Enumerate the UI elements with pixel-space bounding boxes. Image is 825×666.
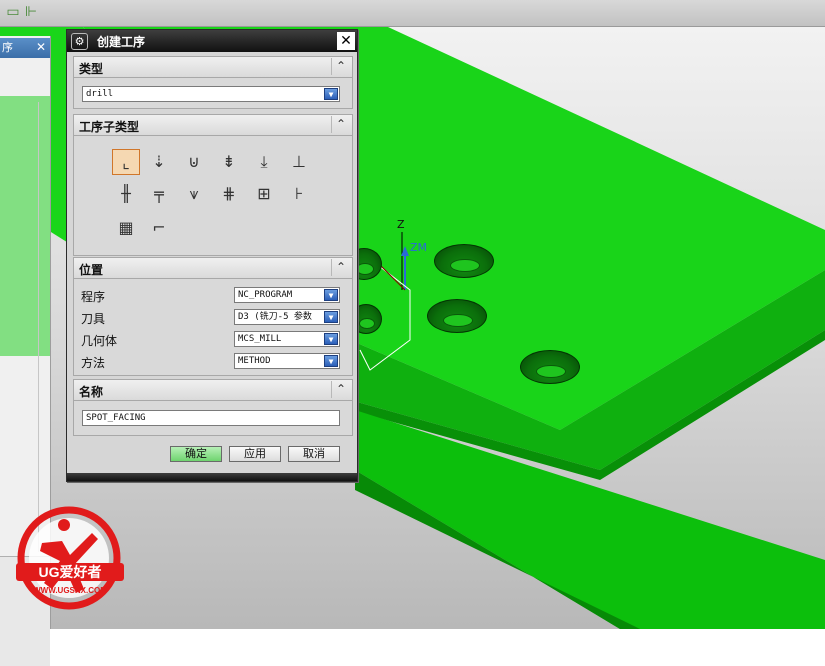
method-label: 方法: [81, 356, 106, 370]
method-select-value: METHOD: [238, 356, 271, 366]
mill-user-icon[interactable]: ⌐: [145, 215, 173, 241]
drilling-icon[interactable]: ⊍: [180, 149, 208, 175]
thread-milling-icon[interactable]: ⊦: [285, 181, 313, 207]
breakchip-drilling-icon[interactable]: ⤓: [250, 149, 278, 175]
close-icon[interactable]: ✕: [34, 40, 48, 54]
drill-hole[interactable]: [520, 350, 580, 384]
subtype-section: 工序子类型 ⌃ ⌞ ⇣ ⊍ ⇟ ⤓ ⊥ ╫ ╤ ⩛ ⋕ ⊞ ⊦ ▦ ⌐: [73, 114, 353, 256]
toolbar-icon[interactable]: ▭: [4, 3, 22, 21]
name-section-header[interactable]: 名称 ⌃: [74, 380, 352, 401]
chevron-down-icon[interactable]: ▼: [324, 333, 338, 345]
location-section-header[interactable]: 位置 ⌃: [74, 258, 352, 279]
toolbar-icon[interactable]: ⊩: [22, 3, 40, 21]
program-select-value: NC_PROGRAM: [238, 290, 293, 300]
close-button[interactable]: ✕: [337, 32, 355, 50]
countersinking-icon[interactable]: ⩛: [180, 181, 208, 207]
top-toolbar: ▭ ⊩: [0, 0, 825, 27]
navigator-tab[interactable]: 序 ✕: [0, 38, 50, 58]
navigator-scrollbar[interactable]: [38, 102, 49, 552]
navigator-tab-label: 序: [2, 41, 13, 54]
subtype-section-label: 工序子类型: [79, 120, 140, 134]
geometry-select[interactable]: MCS_MILL ▼: [234, 331, 340, 347]
chevron-up-icon[interactable]: ⌃: [331, 116, 350, 133]
create-operation-dialog: ⚙ 创建工序 ✕ 类型 ⌃ drill ▼ 工序子类型 ⌃ ⌞ ⇣ ⊍ ⇟ ⤓ …: [66, 29, 358, 482]
counterboring-icon[interactable]: ╤: [145, 181, 173, 207]
boring-icon[interactable]: ⊥: [285, 149, 313, 175]
drill-hole[interactable]: [427, 299, 487, 333]
gear-icon[interactable]: ⚙: [71, 33, 88, 50]
type-section-header[interactable]: 类型 ⌃: [74, 57, 352, 78]
subtype-section-header[interactable]: 工序子类型 ⌃: [74, 115, 352, 136]
geometry-label: 几何体: [81, 334, 118, 348]
chevron-down-icon[interactable]: ▼: [324, 355, 338, 367]
zm-axis-label: ZM: [410, 241, 428, 254]
name-input[interactable]: SPOT_FACING: [82, 410, 340, 426]
z-axis-label: Z: [397, 218, 405, 231]
chevron-down-icon[interactable]: ▼: [324, 88, 338, 100]
location-section-label: 位置: [79, 263, 104, 277]
tool-select-value: D3 (铣刀-5 参数: [238, 312, 312, 322]
logo-url-text: WWW.UGSNX.COM: [33, 586, 107, 595]
peck-drilling-icon[interactable]: ⇟: [215, 149, 243, 175]
program-label: 程序: [81, 290, 106, 304]
name-section-label: 名称: [79, 385, 104, 399]
mill-control-icon[interactable]: ▦: [112, 215, 140, 241]
name-section: 名称 ⌃ SPOT_FACING: [73, 379, 353, 436]
location-section: 位置 ⌃ 程序 NC_PROGRAM ▼ 刀具 D3 (铣刀-5 参数 ▼ 几何…: [73, 257, 353, 376]
spot-facing-icon[interactable]: ⌞: [112, 149, 140, 175]
drill-hole[interactable]: [434, 244, 494, 278]
chevron-down-icon[interactable]: ▼: [324, 311, 338, 323]
program-select[interactable]: NC_PROGRAM ▼: [234, 287, 340, 303]
reaming-icon[interactable]: ╫: [112, 181, 140, 207]
dialog-title: 创建工序: [97, 35, 146, 49]
geometry-select-value: MCS_MILL: [238, 334, 282, 344]
type-select-value: drill: [86, 89, 114, 99]
ok-button[interactable]: 确定: [170, 446, 222, 462]
spot-drilling-icon[interactable]: ⇣: [145, 149, 173, 175]
chevron-up-icon[interactable]: ⌃: [331, 381, 350, 398]
type-section-label: 类型: [79, 62, 104, 76]
cancel-button[interactable]: 取消: [288, 446, 340, 462]
tapping-icon[interactable]: ⋕: [215, 181, 243, 207]
ug-logo: UG爱好者 WWW.UGSNX.COM: [16, 506, 124, 610]
dialog-titlebar[interactable]: ⚙ 创建工序 ✕: [67, 30, 357, 52]
type-section: 类型 ⌃ drill ▼: [73, 56, 353, 109]
type-select[interactable]: drill ▼: [82, 86, 340, 102]
chevron-up-icon[interactable]: ⌃: [331, 259, 350, 276]
apply-button[interactable]: 应用: [229, 446, 281, 462]
tool-label: 刀具: [81, 312, 106, 326]
chevron-down-icon[interactable]: ▼: [324, 289, 338, 301]
tool-select[interactable]: D3 (铣刀-5 参数 ▼: [234, 309, 340, 325]
method-select[interactable]: METHOD ▼: [234, 353, 340, 369]
logo-brand-text: UG爱好者: [39, 564, 102, 580]
hole-milling-icon[interactable]: ⊞: [250, 181, 278, 207]
chevron-up-icon[interactable]: ⌃: [331, 58, 350, 75]
